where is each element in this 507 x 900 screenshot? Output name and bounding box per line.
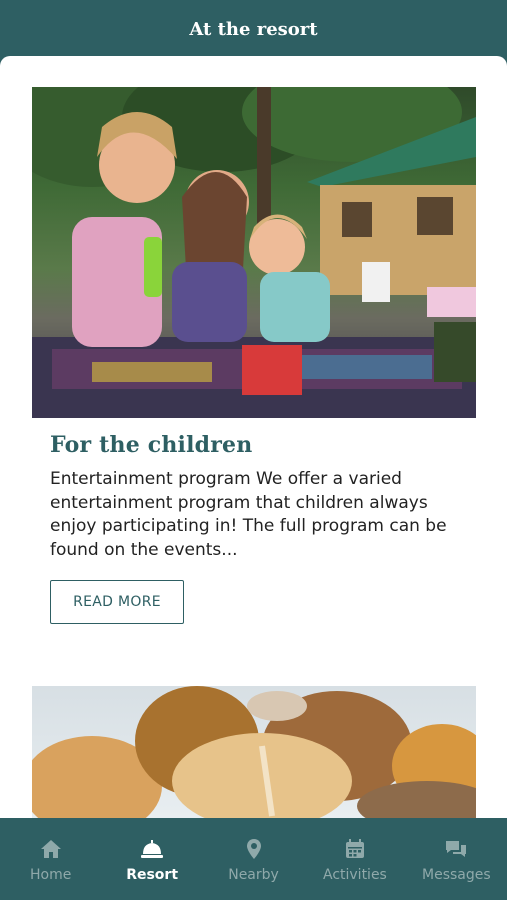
- map-pin-icon: [246, 839, 261, 859]
- tab-label: Resort: [126, 867, 179, 883]
- bread-rolls-photo: [32, 686, 476, 818]
- children-crafting-photo: [32, 87, 476, 418]
- page-title: At the resort: [189, 18, 318, 40]
- tab-nearby[interactable]: Nearby: [203, 818, 304, 900]
- card-title: For the children: [50, 432, 253, 458]
- home-icon: [40, 840, 61, 858]
- tab-activities[interactable]: Activities: [304, 818, 405, 900]
- card-description: Entertainment program We offer a varied …: [50, 469, 447, 560]
- bottom-tab-bar: Home Resort Nearby Activities Messages: [0, 818, 507, 900]
- content-scroll-area[interactable]: For the children Entertainment program W…: [0, 56, 507, 818]
- tab-label: Messages: [422, 867, 491, 883]
- tab-resort[interactable]: Resort: [101, 818, 202, 900]
- read-more-button[interactable]: READ MORE: [50, 580, 184, 624]
- bell-icon: [141, 840, 164, 858]
- tab-label: Home: [30, 867, 72, 883]
- chat-icon: [446, 841, 467, 857]
- tab-label: Nearby: [228, 867, 279, 883]
- calendar-icon: [345, 839, 364, 858]
- tab-label: Activities: [322, 867, 387, 883]
- article-card-children[interactable]: For the children Entertainment program W…: [32, 87, 476, 667]
- app-header: At the resort: [0, 0, 507, 58]
- tab-home[interactable]: Home: [0, 818, 101, 900]
- tab-messages[interactable]: Messages: [406, 818, 507, 900]
- article-card-bakery[interactable]: [32, 686, 476, 818]
